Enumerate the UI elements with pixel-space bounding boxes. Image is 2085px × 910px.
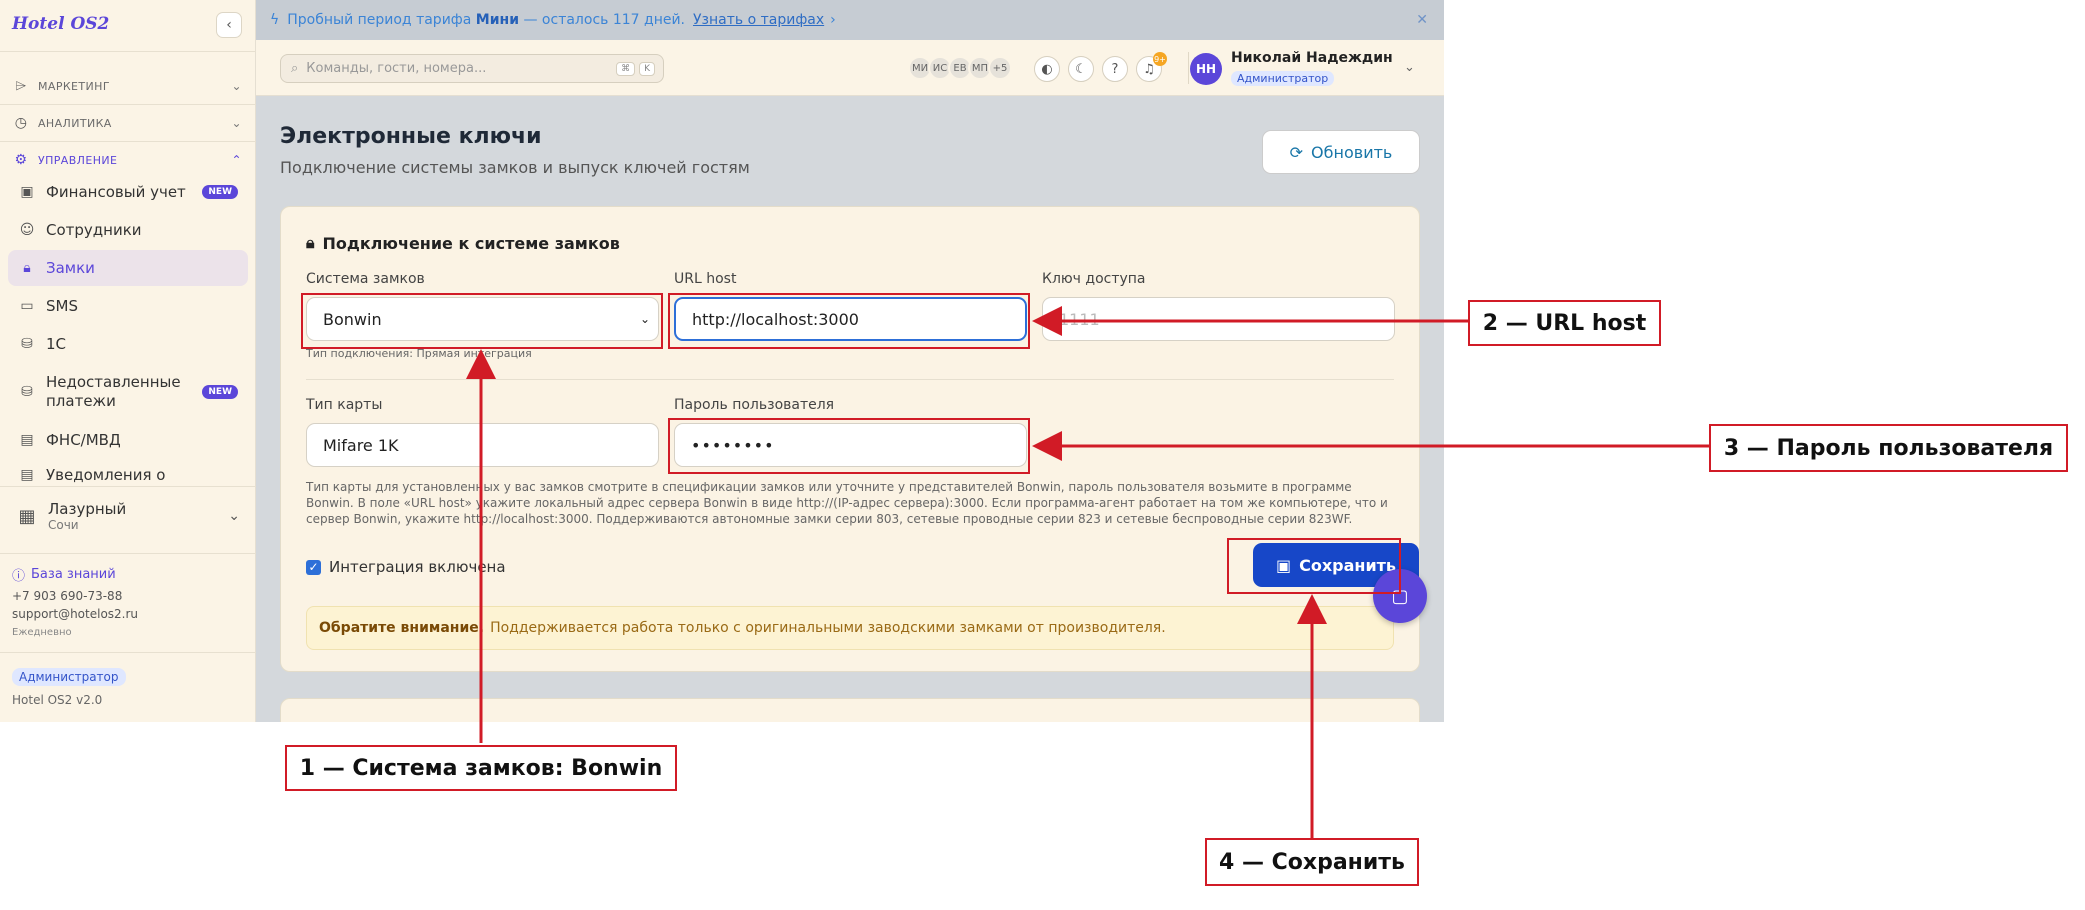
annotation-label-1: 1 — Система замков: Bonwin <box>285 745 677 791</box>
annotation-label-3: 3 — Пароль пользователя <box>1709 424 2068 472</box>
annotation-label-4: 4 — Сохранить <box>1205 838 1419 886</box>
annotation-label-2: 2 — URL host <box>1468 300 1661 346</box>
